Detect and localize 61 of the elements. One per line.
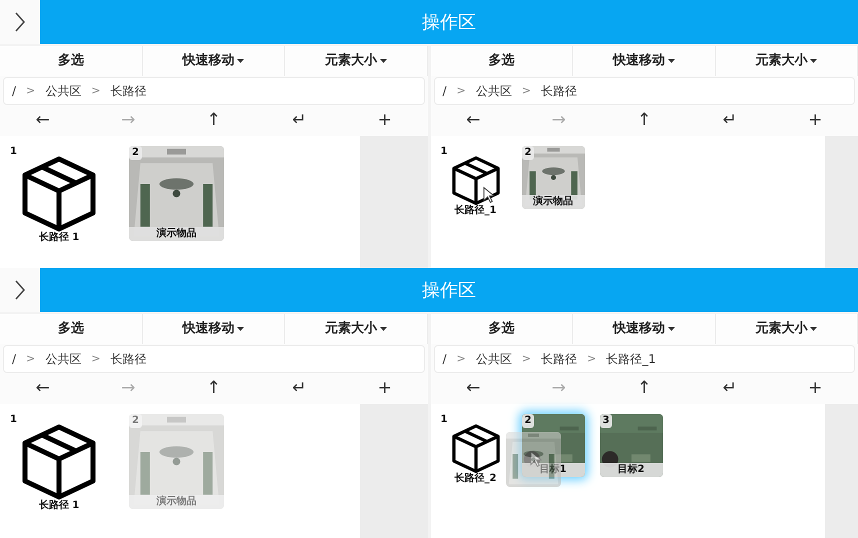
item-number: 1 bbox=[440, 414, 448, 426]
item-label: 演示物品 bbox=[129, 227, 224, 241]
breadcrumb-link[interactable]: 公共区 bbox=[476, 82, 512, 100]
caret-icon bbox=[668, 327, 675, 331]
breadcrumb-link[interactable]: 公共区 bbox=[476, 350, 512, 368]
box-icon bbox=[450, 156, 502, 206]
caret-icon bbox=[810, 327, 818, 331]
screenshot-item[interactable]: 2 目标1 bbox=[522, 414, 584, 477]
item-label: 目标1 bbox=[522, 463, 584, 477]
breadcrumb-link[interactable]: 长路径_1 bbox=[606, 350, 656, 368]
item-number: 2 bbox=[129, 146, 142, 160]
item-number: 2 bbox=[129, 414, 142, 428]
breadcrumb-link[interactable]: 长路径 bbox=[540, 350, 577, 368]
caret-icon bbox=[237, 59, 244, 63]
breadcrumb-separator: > bbox=[91, 350, 100, 367]
item-number: 1 bbox=[440, 146, 448, 158]
item-number: 2 bbox=[522, 414, 534, 428]
caret-icon bbox=[380, 59, 387, 63]
caret-icon bbox=[380, 327, 387, 331]
breadcrumb-separator: > bbox=[586, 350, 596, 367]
photo-item[interactable]: 2 演示物品 bbox=[522, 146, 584, 209]
item-label: 演示物品 bbox=[129, 495, 224, 509]
breadcrumb-separator: > bbox=[522, 82, 531, 99]
item-number: 1 bbox=[10, 414, 17, 426]
caret-icon bbox=[668, 59, 675, 63]
breadcrumb-separator: > bbox=[26, 82, 36, 99]
expand-button[interactable] bbox=[0, 0, 40, 44]
caret-icon bbox=[810, 59, 818, 63]
photo-item[interactable]: 2 演示物品 bbox=[129, 414, 224, 509]
breadcrumb-separator: > bbox=[26, 350, 36, 367]
breadcrumb-link[interactable]: 长路径 bbox=[110, 350, 146, 368]
breadcrumb-separator: > bbox=[456, 82, 466, 99]
breadcrumb-link[interactable]: 公共区 bbox=[45, 82, 82, 100]
item-label: 演示物品 bbox=[522, 195, 584, 209]
item-number: 3 bbox=[600, 414, 612, 428]
breadcrumb-link[interactable]: / bbox=[12, 82, 16, 100]
folder-item[interactable]: 长路径 1 bbox=[14, 424, 104, 512]
folder-item[interactable]: 长路径 1 bbox=[14, 156, 104, 244]
title-bar: 操作区 bbox=[40, 268, 858, 312]
breadcrumb-link[interactable]: / bbox=[442, 82, 447, 100]
breadcrumb-link[interactable]: / bbox=[442, 350, 447, 368]
item-number: 1 bbox=[10, 146, 17, 158]
folder-item[interactable]: 长路径_2 bbox=[444, 424, 506, 486]
breadcrumb-link[interactable]: / bbox=[12, 350, 16, 368]
screenshot-item[interactable]: 3 目标2 bbox=[600, 414, 662, 477]
breadcrumb-link[interactable]: 公共区 bbox=[45, 350, 82, 368]
breadcrumb-separator: > bbox=[91, 82, 100, 99]
breadcrumb-separator: > bbox=[456, 350, 466, 367]
chevron-icon bbox=[14, 279, 26, 301]
caret-icon bbox=[237, 327, 244, 331]
title-bar: 操作区 bbox=[40, 0, 858, 44]
breadcrumb-separator: > bbox=[522, 350, 531, 367]
breadcrumb-link[interactable]: 长路径 bbox=[110, 82, 146, 100]
item-label: 目标2 bbox=[600, 463, 662, 477]
breadcrumb-link[interactable]: 长路径 bbox=[540, 82, 577, 100]
chevron-icon bbox=[14, 11, 26, 33]
folder-item[interactable]: 长路径_1 bbox=[444, 156, 506, 218]
box-icon bbox=[450, 424, 502, 474]
expand-button[interactable] bbox=[0, 268, 40, 312]
photo-item[interactable]: 2 演示物品 bbox=[129, 146, 224, 241]
item-number: 2 bbox=[522, 146, 534, 160]
